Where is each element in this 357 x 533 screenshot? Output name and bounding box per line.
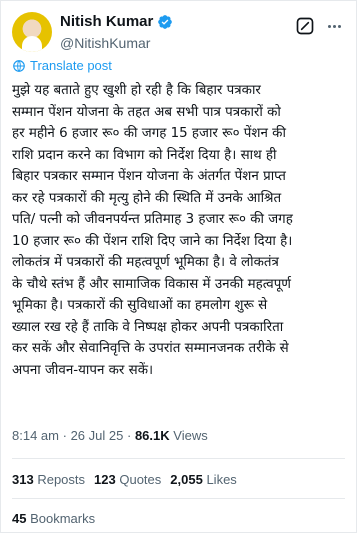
tweet-time[interactable]: 8:14 am — [12, 428, 59, 443]
tweet-text: मुझे यह बताते हुए खुशी हो रही है कि बिहा… — [12, 83, 293, 378]
quotes-count: 123 — [94, 472, 116, 487]
divider — [12, 498, 345, 499]
reposts-label: Reposts — [37, 472, 86, 487]
meta-separator: · — [62, 428, 67, 443]
avatar[interactable] — [12, 12, 52, 52]
views-count: 86.1K — [134, 428, 170, 443]
reposts-count: 313 — [12, 472, 34, 487]
translate-post-link[interactable]: Translate post — [12, 58, 112, 73]
quotes-stat[interactable]: 123 Quotes — [94, 472, 161, 487]
bookmarks-stat[interactable]: 45 Bookmarks — [12, 511, 95, 526]
likes-label: Likes — [206, 472, 237, 487]
bookmarks-count: 45 — [12, 511, 27, 526]
author-handle[interactable]: @NitishKumar — [60, 34, 150, 52]
tweet-date[interactable]: 26 Jul 25 — [71, 428, 124, 443]
verified-badge-icon — [158, 15, 173, 29]
globe-icon — [13, 59, 25, 72]
tweet-header: Nitish Kumar @NitishKumar — [12, 12, 345, 54]
grok-icon[interactable] — [295, 16, 315, 36]
author-display-name[interactable]: Nitish Kumar — [60, 13, 153, 31]
meta-separator: · — [126, 428, 132, 443]
divider — [12, 458, 345, 459]
quotes-label: Quotes — [119, 472, 162, 487]
reposts-stat[interactable]: 313 Reposts — [12, 472, 85, 487]
views-label: Views — [173, 428, 208, 443]
likes-count: 2,055 — [170, 472, 203, 487]
author-name-row: Nitish Kumar — [60, 13, 173, 31]
likes-stat[interactable]: 2,055 Likes — [170, 472, 237, 487]
more-options-icon[interactable] — [323, 16, 345, 36]
translate-post-label[interactable]: Translate post — [30, 58, 112, 73]
bookmarks-label: Bookmarks — [30, 511, 96, 526]
engagement-stats: 313 Reposts 123 Quotes 2,055 Likes — [12, 472, 237, 487]
tweet-meta: 8:14 am · 26 Jul 25 · 86.1K Views — [12, 428, 208, 443]
